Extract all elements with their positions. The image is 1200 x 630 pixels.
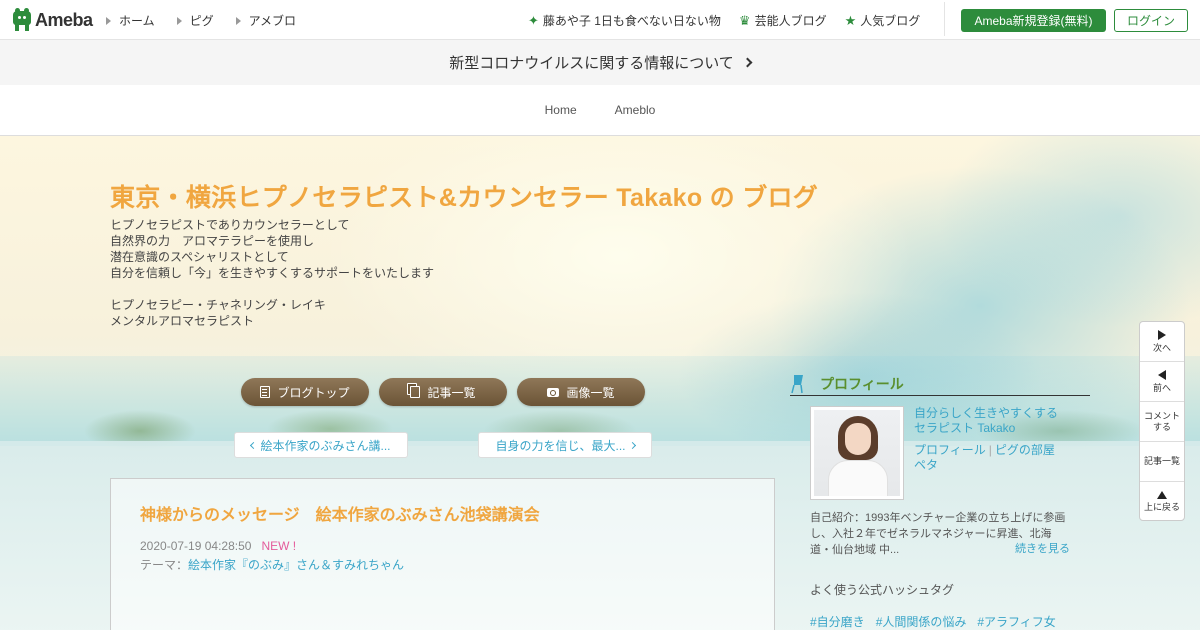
back-to-top-label: 上に戻る: [1143, 502, 1180, 512]
theme-link[interactable]: 絵本作家『のぶみ』さん＆すみれちゃん: [188, 558, 404, 572]
celebrity-blog-label: 芸能人ブログ: [754, 14, 827, 28]
blog-description-line: メンタルアロマセラピスト: [110, 314, 255, 328]
hashtag-link[interactable]: #自分磨き: [810, 613, 865, 630]
chevron-right-icon: [628, 441, 636, 449]
popular-blog-label: 人気ブログ: [860, 14, 921, 28]
chevron-left-icon: [250, 441, 258, 449]
article-theme: テーマ：絵本作家『のぶみ』さん＆すみれちゃん: [140, 556, 404, 573]
blog-nav: Home Ameblo: [0, 85, 1200, 136]
hashtag-list: #自分磨き #人間関係の悩み #アラフィフ女: [810, 613, 1056, 630]
blog-description-line: ヒプノセラピストでありカウンセラーとして: [110, 218, 350, 232]
side-article-list-label: 記事一覧: [1143, 456, 1180, 466]
article-title[interactable]: 神様からのメッセージ 絵本作家のぶみさん池袋講演会: [140, 501, 540, 525]
nav-home[interactable]: ホーム: [106, 12, 155, 29]
blog-nav-ameblo[interactable]: Ameblo: [615, 103, 656, 117]
profile-heading-label: プロフィール: [820, 376, 904, 392]
ameba-logo[interactable]: Ameba: [12, 8, 93, 32]
blog-description: ヒプノセラピストでありカウンセラーとして 自然界の力 アロマテラピーを使用し 潜…: [110, 217, 434, 329]
back-to-top-button[interactable]: 上に戻る: [1140, 482, 1184, 522]
star-icon: ★: [844, 13, 857, 28]
pigg-room-link[interactable]: ピグの部屋: [995, 443, 1055, 457]
article-list-button[interactable]: 記事一覧: [379, 378, 507, 406]
chevron-right-icon: [742, 57, 753, 68]
blog-description-line: [110, 281, 434, 297]
chair-icon: [791, 375, 803, 394]
blog-top-button[interactable]: ブログトップ: [241, 378, 369, 406]
popular-blog-link[interactable]: ★ 人気ブログ: [845, 12, 921, 29]
article-meta: 2020-07-19 04:28:50 NEW !: [140, 539, 296, 553]
nav-ameblo-label: アメブロ: [248, 14, 297, 28]
caret-right-icon: [176, 16, 182, 25]
profile-link[interactable]: プロフィール: [914, 443, 986, 457]
next-button[interactable]: 次へ: [1140, 322, 1184, 362]
read-more-link[interactable]: 続きを見る: [1015, 540, 1070, 556]
blog-description-line: 潜在意識のスペシャリストとして: [110, 250, 289, 264]
blog-top-label: ブログトップ: [277, 385, 350, 400]
caret-right-icon: [235, 16, 241, 25]
next-article-label: 自身の力を信じ、最大...: [495, 438, 626, 453]
register-button[interactable]: Ameba新規登録(無料): [961, 9, 1106, 32]
login-button[interactable]: ログイン: [1114, 9, 1188, 32]
caret-right-icon: [106, 16, 111, 25]
profile-name-link[interactable]: 自分らしく生きやすくするセラピスト Takako: [914, 406, 1064, 436]
camera-icon: [547, 387, 560, 397]
sparkle-icon: ✦: [528, 13, 539, 28]
header-divider: [944, 2, 945, 36]
blog-description-line: ヒプノセラピー・チャネリング・レイキ: [110, 298, 326, 312]
global-nav: ホーム ピグ アメブロ: [106, 12, 296, 29]
next-label: 次へ: [1152, 342, 1171, 353]
prev-article-link[interactable]: 絵本作家のぶみさん講...: [234, 432, 408, 458]
nav-ameblo[interactable]: アメブロ: [235, 12, 297, 29]
covid-notice-link[interactable]: 新型コロナウイルスに関する情報について: [0, 40, 1200, 85]
covid-notice-text: 新型コロナウイルスに関する情報について: [449, 55, 734, 72]
hashtag-link[interactable]: #アラフィフ女: [977, 613, 1055, 630]
logo-text: Ameba: [35, 9, 93, 30]
ameba-mascot-icon: [12, 8, 32, 32]
celebrity-blog-link[interactable]: ♛ 芸能人ブログ: [739, 12, 827, 29]
prev-button[interactable]: 前へ: [1140, 362, 1184, 402]
arrow-up-icon: [1157, 491, 1167, 499]
theme-label: テーマ：: [140, 558, 189, 572]
featured-links: ✦ 藤あや子 1日も食べない日ない物 ♛ 芸能人ブログ ★ 人気ブログ: [528, 12, 920, 29]
next-article-link[interactable]: 自身の力を信じ、最大...: [478, 432, 652, 458]
profile-photo[interactable]: [810, 406, 904, 500]
comment-button[interactable]: コメントする: [1140, 402, 1184, 442]
hashtag-heading: よく使う公式ハッシュタグ: [810, 583, 955, 597]
blog-title[interactable]: 東京・横浜ヒプノセラピスト&カウンセラー Takako の ブログ: [110, 178, 818, 214]
article-date: 2020-07-19 04:28:50: [140, 539, 252, 553]
featured-blog-link[interactable]: ✦ 藤あや子 1日も食べない日ない物: [528, 12, 721, 29]
hashtag-link[interactable]: #人間関係の悩み: [876, 613, 967, 630]
global-header: Ameba ホーム ピグ アメブロ ✦ 藤あや子 1日も食べない日ない物 ♛ 芸…: [0, 0, 1200, 40]
article-card: 神様からのメッセージ 絵本作家のぶみさん池袋講演会 2020-07-19 04:…: [110, 478, 775, 630]
floating-side-nav: 次へ 前へ コメントする 記事一覧 上に戻る: [1139, 321, 1185, 521]
peta-link[interactable]: ペタ: [914, 458, 938, 472]
play-left-icon: [1158, 369, 1166, 380]
blog-description-line: 自分を信頼し「今」を生きやすくするサポートをいたします: [110, 266, 435, 280]
nav-pigg-label: ピグ: [189, 14, 214, 28]
prev-label: 前へ: [1152, 382, 1171, 393]
documents-icon: [410, 386, 421, 398]
image-list-label: 画像一覧: [566, 385, 615, 400]
article-list-label: 記事一覧: [427, 385, 476, 400]
play-right-icon: [1158, 329, 1166, 340]
document-icon: [260, 386, 271, 398]
image-list-button[interactable]: 画像一覧: [517, 378, 645, 406]
comment-label: コメントする: [1144, 410, 1181, 432]
featured-blog-label: 藤あや子 1日も食べない日ない物: [542, 14, 721, 28]
nav-pigg[interactable]: ピグ: [176, 12, 214, 29]
nav-home-label: ホーム: [119, 14, 155, 28]
blog-description-line: 自然界の力 アロマテラピーを使用し: [110, 234, 315, 248]
new-badge: NEW !: [261, 539, 297, 553]
side-article-list-button[interactable]: 記事一覧: [1140, 442, 1184, 482]
profile-heading: プロフィール: [790, 372, 1090, 396]
prev-article-label: 絵本作家のぶみさん講...: [260, 438, 391, 453]
blog-nav-home[interactable]: Home: [545, 103, 577, 117]
crown-icon: ♛: [738, 13, 751, 28]
profile-links: プロフィール | ピグの部屋 ペタ: [914, 443, 1055, 472]
